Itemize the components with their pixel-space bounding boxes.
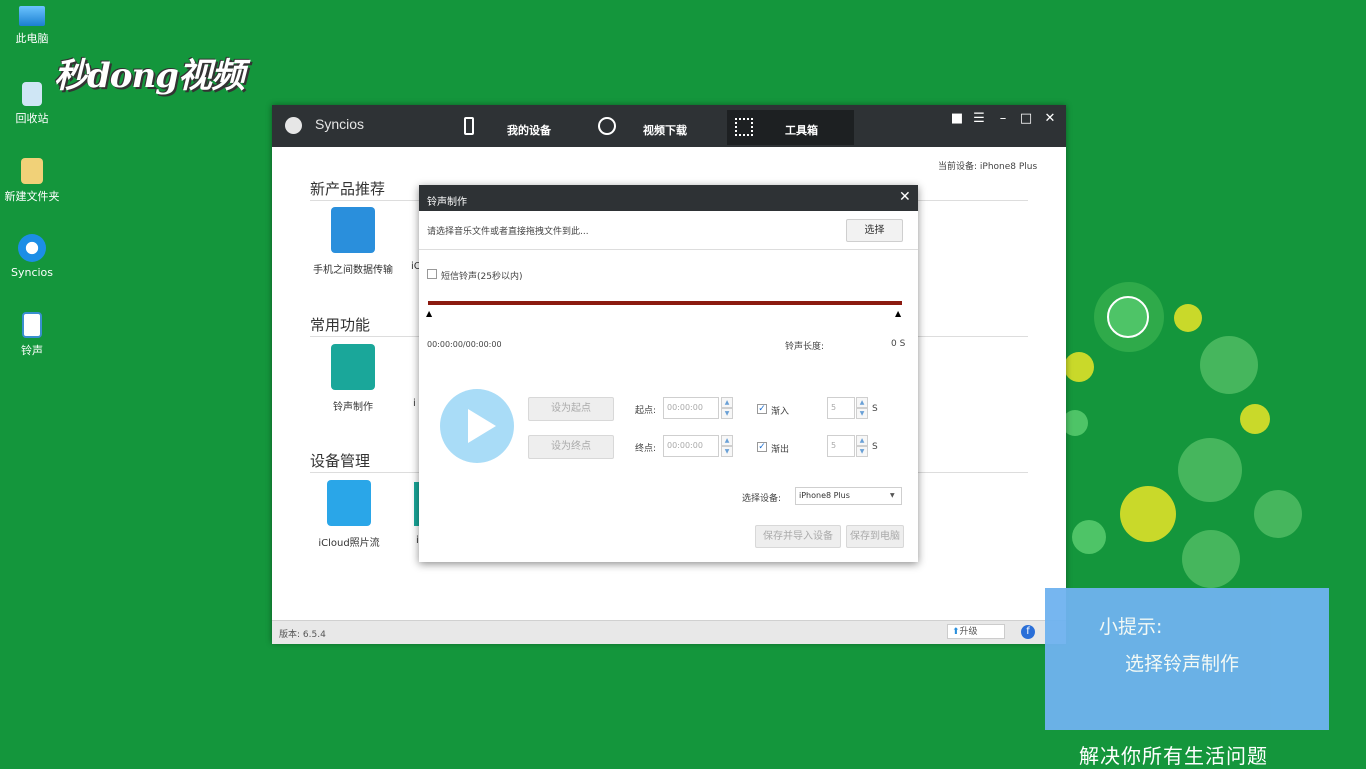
phone-icon — [464, 117, 474, 135]
device-select[interactable]: iPhone8 Plus ▼ — [795, 487, 902, 505]
footer-slogan: 解决你所有生活问题 — [1079, 744, 1268, 768]
fade-in-label: 渐入 — [771, 407, 790, 417]
tab-video-download[interactable]: 视频下载 — [590, 110, 716, 145]
tip-heading: 小提示: — [1099, 616, 1163, 638]
grid-icon — [735, 118, 753, 136]
time-display: 00:00:00/00:00:00 — [427, 340, 502, 349]
ringtone-file-icon — [22, 312, 42, 338]
version-text: 版本: 6.5.4 — [279, 630, 326, 640]
dialog-header: 铃声制作 ✕ — [419, 185, 918, 211]
choose-file-button[interactable]: 选择 — [846, 219, 903, 242]
end-down-icon[interactable]: ▼ — [721, 446, 733, 457]
dialog-title: 铃声制作 — [427, 197, 467, 208]
tip-box: 小提示: 选择铃声制作 — [1045, 588, 1329, 730]
sms-ringtone-label: 短信铃声(25秒以内) — [441, 272, 523, 282]
menu-icon[interactable]: ☰ — [970, 111, 988, 126]
tile-partial-label: i — [413, 398, 416, 409]
close-icon[interactable]: ✕ — [1041, 111, 1059, 126]
upgrade-button[interactable]: ⬆升级 — [947, 624, 1005, 639]
play-circle-icon — [598, 117, 616, 135]
bell-icon — [331, 344, 375, 390]
fade-out-up-icon[interactable]: ▲ — [856, 435, 868, 446]
save-to-device-button[interactable]: 保存并导入设备 — [755, 525, 841, 548]
device-select-value: iPhone8 Plus — [799, 491, 850, 500]
minimize-icon[interactable]: – — [994, 111, 1012, 126]
fade-in-down-icon[interactable]: ▼ — [856, 408, 868, 419]
syncios-icon — [18, 234, 46, 262]
fade-out-label: 渐出 — [771, 445, 790, 455]
fade-in-unit: S — [872, 404, 878, 414]
sms-ringtone-checkbox[interactable] — [427, 269, 437, 279]
tile-label: iCloud照片流 — [318, 538, 380, 549]
desktop-icon-folder[interactable]: 新建文件夹 — [0, 158, 64, 204]
length-label: 铃声长度: — [785, 342, 825, 352]
section-title: 常用功能 — [310, 316, 371, 334]
upgrade-label: 升级 — [959, 627, 978, 637]
chevron-down-icon: ▼ — [890, 492, 895, 499]
tile-ringtone-maker[interactable]: 铃声制作 — [313, 344, 393, 413]
save-to-pc-button[interactable]: 保存到电脑 — [846, 525, 904, 548]
start-time-input[interactable]: 00:00:00 — [663, 397, 719, 419]
play-button[interactable] — [440, 389, 514, 463]
fade-out-down-icon[interactable]: ▼ — [856, 446, 868, 457]
divider — [419, 249, 918, 250]
fade-in-checkbox[interactable]: ✓ — [757, 404, 767, 414]
end-time-input[interactable]: 00:00:00 — [663, 435, 719, 457]
start-label: 起点: — [635, 406, 657, 416]
cloud-icon — [327, 480, 371, 526]
tile-label: 手机之间数据传输 — [313, 265, 393, 276]
desktop-icon-label: 此电脑 — [15, 32, 49, 45]
end-label: 终点: — [635, 444, 657, 454]
titlebar: Syncios 我的设备 视频下载 工具箱 ■ ☰ – □ ✕ — [272, 105, 1066, 147]
maximize-icon[interactable]: □ — [1017, 111, 1035, 126]
feedback-icon[interactable]: ■ — [948, 111, 966, 126]
start-up-icon[interactable]: ▲ — [721, 397, 733, 408]
play-icon — [468, 409, 496, 443]
desktop-icon-ringtone[interactable]: 铃声 — [0, 312, 64, 358]
desktop-icon-syncios[interactable]: Syncios — [0, 234, 64, 279]
dialog-close-icon[interactable]: ✕ — [899, 189, 911, 205]
set-end-button[interactable]: 设为终点 — [528, 435, 614, 459]
desktop-icon-label: 新建文件夹 — [4, 190, 60, 203]
desktop-icon-label: 回收站 — [15, 112, 49, 125]
file-prompt: 请选择音乐文件或者直接拖拽文件到此... — [427, 227, 589, 237]
end-up-icon[interactable]: ▲ — [721, 435, 733, 446]
fade-in-input[interactable]: 5 — [827, 397, 855, 419]
length-value: 0 S — [891, 339, 906, 349]
tab-toolbox[interactable]: 工具箱 — [727, 110, 854, 145]
fade-out-unit: S — [872, 442, 878, 452]
section-title: 设备管理 — [310, 452, 371, 470]
device-label: 选择设备: — [742, 494, 782, 504]
desktop-icon-computer[interactable]: 此电脑 — [0, 6, 64, 46]
tile-label: 铃声制作 — [333, 402, 373, 413]
computer-icon — [19, 6, 45, 26]
fade-out-input[interactable]: 5 — [827, 435, 855, 457]
desktop-icon-label: 铃声 — [21, 344, 43, 357]
start-down-icon[interactable]: ▼ — [721, 408, 733, 419]
folder-icon — [21, 158, 43, 184]
tip-body: 选择铃声制作 — [1125, 653, 1240, 675]
end-marker-icon[interactable]: ▲ — [895, 309, 901, 318]
syncios-logo-icon — [285, 117, 302, 134]
watermark-logo: 秒dong视频 — [54, 56, 245, 96]
fade-in-up-icon[interactable]: ▲ — [856, 397, 868, 408]
facebook-icon[interactable]: f — [1021, 625, 1035, 639]
fade-out-checkbox[interactable]: ✓ — [757, 442, 767, 452]
set-start-button[interactable]: 设为起点 — [528, 397, 614, 421]
statusbar: 版本: 6.5.4 ⬆升级 f — [272, 620, 1066, 644]
upload-icon: ⬆ — [952, 627, 960, 637]
current-device: 当前设备: iPhone8 Plus — [938, 162, 1038, 172]
start-marker-icon[interactable]: ▲ — [426, 309, 432, 318]
progress-track[interactable] — [428, 301, 902, 305]
tile-phone-transfer[interactable]: 手机之间数据传输 — [313, 207, 393, 276]
recycle-bin-icon — [22, 82, 42, 106]
ringtone-dialog: 铃声制作 ✕ 请选择音乐文件或者直接拖拽文件到此... 选择 短信铃声(25秒以… — [419, 185, 918, 562]
tile-icloud-photostream[interactable]: iCloud照片流 — [309, 480, 389, 549]
app-title: Syncios — [315, 116, 365, 132]
tab-my-device[interactable]: 我的设备 — [454, 110, 580, 145]
section-title: 新产品推荐 — [310, 180, 386, 198]
desktop-icon-label: Syncios — [10, 266, 54, 279]
decorative-tree — [1062, 280, 1362, 588]
transfer-icon — [331, 207, 375, 253]
